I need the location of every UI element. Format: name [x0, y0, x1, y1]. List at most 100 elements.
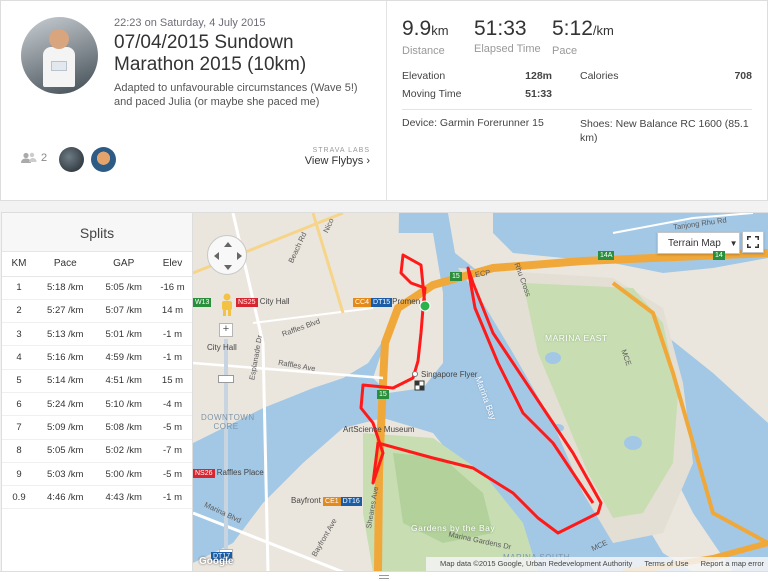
google-logo[interactable]: Google — [199, 556, 233, 567]
view-flybys-link[interactable]: View Flybys › — [305, 155, 370, 167]
split-gap: 5:02 /km — [94, 439, 153, 463]
kudos-avatar[interactable] — [59, 147, 84, 172]
grip-icon — [379, 575, 389, 579]
split-gap: 4:43 /km — [94, 485, 153, 510]
col-gap: GAP — [94, 252, 153, 277]
split-elev: -5 m — [152, 462, 192, 487]
report-error-link[interactable]: Report a map error — [701, 559, 764, 568]
map-label-artscience: ArtScience Museum — [343, 425, 415, 434]
activity-stats: 9.9km Distance 51:33 Elapsed Time 5:12/k… — [386, 1, 767, 200]
distance-unit: km — [431, 23, 449, 38]
pace-label: Pace — [552, 45, 578, 57]
splits-header-row: KM Pace GAP Elev — [2, 252, 192, 277]
route-map[interactable]: + − Terrain Map ▼ NS25 City Hall W13 Cit… — [193, 212, 768, 571]
split-km: 1 — [2, 276, 36, 300]
pan-control[interactable] — [207, 235, 247, 275]
activity-summary: 22:23 on Saturday, 4 July 2015 07/04/201… — [1, 1, 386, 200]
moving-time-label: Moving Time — [402, 88, 462, 100]
athlete-avatar[interactable] — [21, 17, 98, 94]
splits-title: Splits — [2, 213, 192, 252]
split-km: 6 — [2, 392, 36, 417]
activity-page: 22:23 on Saturday, 4 July 2015 07/04/201… — [0, 0, 768, 581]
split-gap: 5:08 /km — [94, 415, 153, 440]
splits-body: 1 5:18 /km 5:05 /km -16 m 2 5:27 /km 5:07 /km 1… — [2, 276, 192, 510]
split-row: 6 5:24 /km 5:10 /km -4 m — [2, 392, 192, 417]
split-pace: 5:09 /km — [36, 415, 95, 440]
pegman-icon[interactable] — [218, 293, 236, 317]
split-row: 0.9 4:46 /km 4:43 /km -1 m — [2, 485, 192, 510]
map-type-dropdown[interactable]: Terrain Map ▼ — [657, 232, 740, 254]
kudos-avatar[interactable] — [91, 147, 116, 172]
split-gap: 5:10 /km — [94, 392, 153, 417]
split-pace: 5:27 /km — [36, 299, 95, 324]
split-km: 8 — [2, 439, 36, 463]
split-elev: -7 m — [152, 439, 192, 463]
avatar-bib — [51, 61, 67, 71]
stats-divider — [402, 109, 752, 110]
split-km: 0.9 — [2, 485, 36, 510]
zoom-in-button[interactable]: + — [219, 323, 233, 337]
split-gap: 4:59 /km — [94, 345, 153, 370]
fullscreen-button[interactable] — [742, 231, 764, 253]
split-pace: 5:13 /km — [36, 322, 95, 347]
pond — [624, 436, 642, 450]
elevation-value: 128m — [525, 70, 552, 82]
terms-link[interactable]: Terms of Use — [644, 559, 688, 568]
split-km: 5 — [2, 369, 36, 393]
pace-value: 5:12 — [552, 17, 593, 40]
map-label-marina-east: MARINA EAST — [545, 333, 608, 343]
split-km: 4 — [2, 345, 36, 370]
avatar-head — [49, 29, 69, 49]
kudos-count: 2 — [41, 152, 48, 164]
device-info: Device: Garmin Forerunner 15 — [402, 117, 544, 129]
splits-table: KM Pace GAP Elev 1 5:18 /km 5:05 /km -16 m2… — [2, 252, 192, 510]
col-pace: Pace — [36, 252, 95, 277]
col-km: KM — [2, 252, 36, 277]
map-attribution: Map data ©2015 Google, Urban Redevelopme… — [425, 557, 768, 571]
split-elev: -1 m — [152, 345, 192, 370]
shoes-info[interactable]: Shoes: New Balance RC 1600 (85.1 km) — [580, 117, 750, 145]
kudos[interactable]: 2 — [21, 152, 47, 164]
stat-pace: 5:12/km Pace — [552, 17, 624, 57]
expand-icon — [747, 236, 759, 248]
chevron-down-icon: ▼ — [729, 239, 738, 248]
split-elev: -16 m — [152, 276, 192, 300]
split-gap: 5:00 /km — [94, 462, 153, 487]
pace-unit: /km — [592, 23, 614, 38]
activity-header: 22:23 on Saturday, 4 July 2015 07/04/201… — [0, 0, 768, 201]
secondary-stats: Elevation 128m Calories 708 Moving Time … — [402, 67, 752, 103]
map-label-raffles-place: NS26 Raffles Place — [193, 468, 264, 478]
map-road-number-14: 14 — [713, 251, 725, 260]
zoom-slider[interactable] — [218, 375, 234, 383]
split-pace: 4:46 /km — [36, 485, 95, 510]
elevation-label: Elevation — [402, 70, 446, 82]
calories-label: Calories — [580, 70, 619, 82]
split-row: 4 5:16 /km 4:59 /km -1 m — [2, 345, 192, 370]
split-pace: 5:16 /km — [36, 345, 95, 370]
activity-description: Adapted to unfavourable circumstances (W… — [114, 82, 358, 108]
map-label-city-hall-2: City Hall — [207, 343, 237, 352]
resize-handle[interactable] — [0, 571, 768, 581]
split-row: 5 5:14 /km 4:51 /km 15 m — [2, 369, 192, 393]
split-pace: 5:18 /km — [36, 276, 95, 300]
activity-title: 07/04/2015 Sundown Marathon 2015 (10km) — [114, 32, 307, 75]
stat-elapsed: 51:33 Elapsed Time — [474, 17, 552, 57]
kudos-icon — [21, 152, 37, 163]
split-row: 8 5:05 /km 5:02 /km -7 m — [2, 439, 192, 463]
split-row: 1 5:18 /km 5:05 /km -16 m — [2, 276, 192, 300]
flyby-label: STRAVA LABS — [312, 147, 370, 154]
split-pace: 5:14 /km — [36, 369, 95, 393]
split-km: 3 — [2, 322, 36, 347]
split-elev: 15 m — [152, 369, 192, 393]
split-gap: 4:51 /km — [94, 369, 153, 393]
split-gap: 5:01 /km — [94, 322, 153, 347]
elapsed-label: Elapsed Time — [474, 43, 541, 55]
singapore-flyer-dot — [412, 371, 418, 377]
map-label-singapore-flyer: Singapore Flyer — [421, 370, 478, 379]
pond — [545, 352, 561, 364]
pan-arrows-icon — [214, 242, 242, 270]
split-elev: -5 m — [152, 415, 192, 440]
map-road-number-14a: 14A — [598, 251, 615, 260]
map-road-number-15: 15 — [450, 272, 462, 281]
split-row: 2 5:27 /km 5:07 /km 14 m — [2, 299, 192, 324]
